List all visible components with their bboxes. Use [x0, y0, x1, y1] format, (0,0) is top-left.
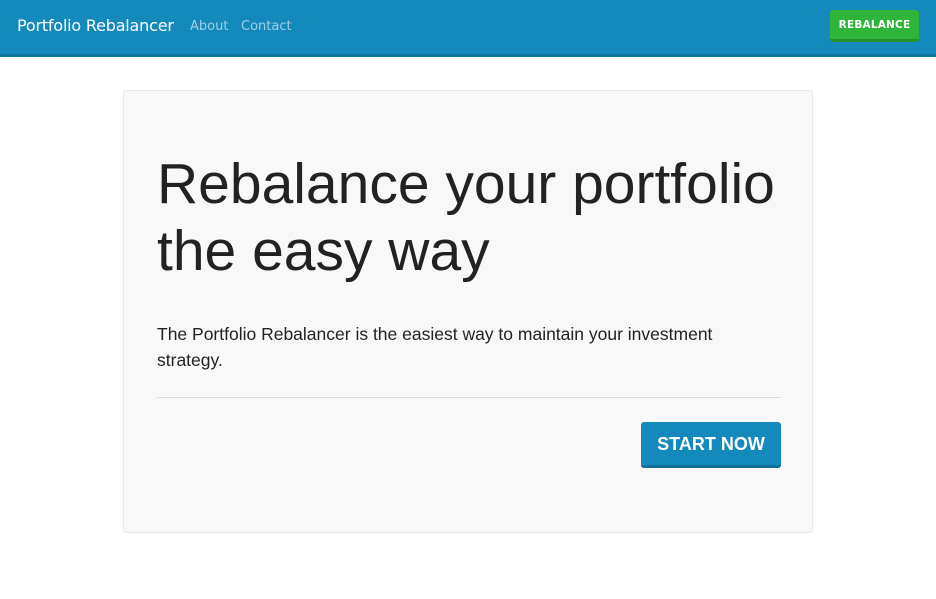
hero-panel: Rebalance your portfolio the easy way Th…: [123, 90, 813, 533]
brand-link[interactable]: Portfolio Rebalancer: [17, 16, 174, 35]
nav-link-contact[interactable]: Contact: [241, 19, 292, 34]
hero-lead-text: The Portfolio Rebalancer is the easiest …: [157, 324, 713, 370]
start-now-button[interactable]: START NOW: [641, 422, 781, 468]
top-navbar: Portfolio Rebalancer About Contact REBAL…: [0, 0, 936, 57]
nav-link-about[interactable]: About: [190, 19, 228, 34]
rebalance-button[interactable]: REBALANCE: [830, 10, 919, 42]
hero-headline: Rebalance your portfolio the easy way: [157, 152, 775, 283]
hero-divider: [157, 397, 781, 398]
